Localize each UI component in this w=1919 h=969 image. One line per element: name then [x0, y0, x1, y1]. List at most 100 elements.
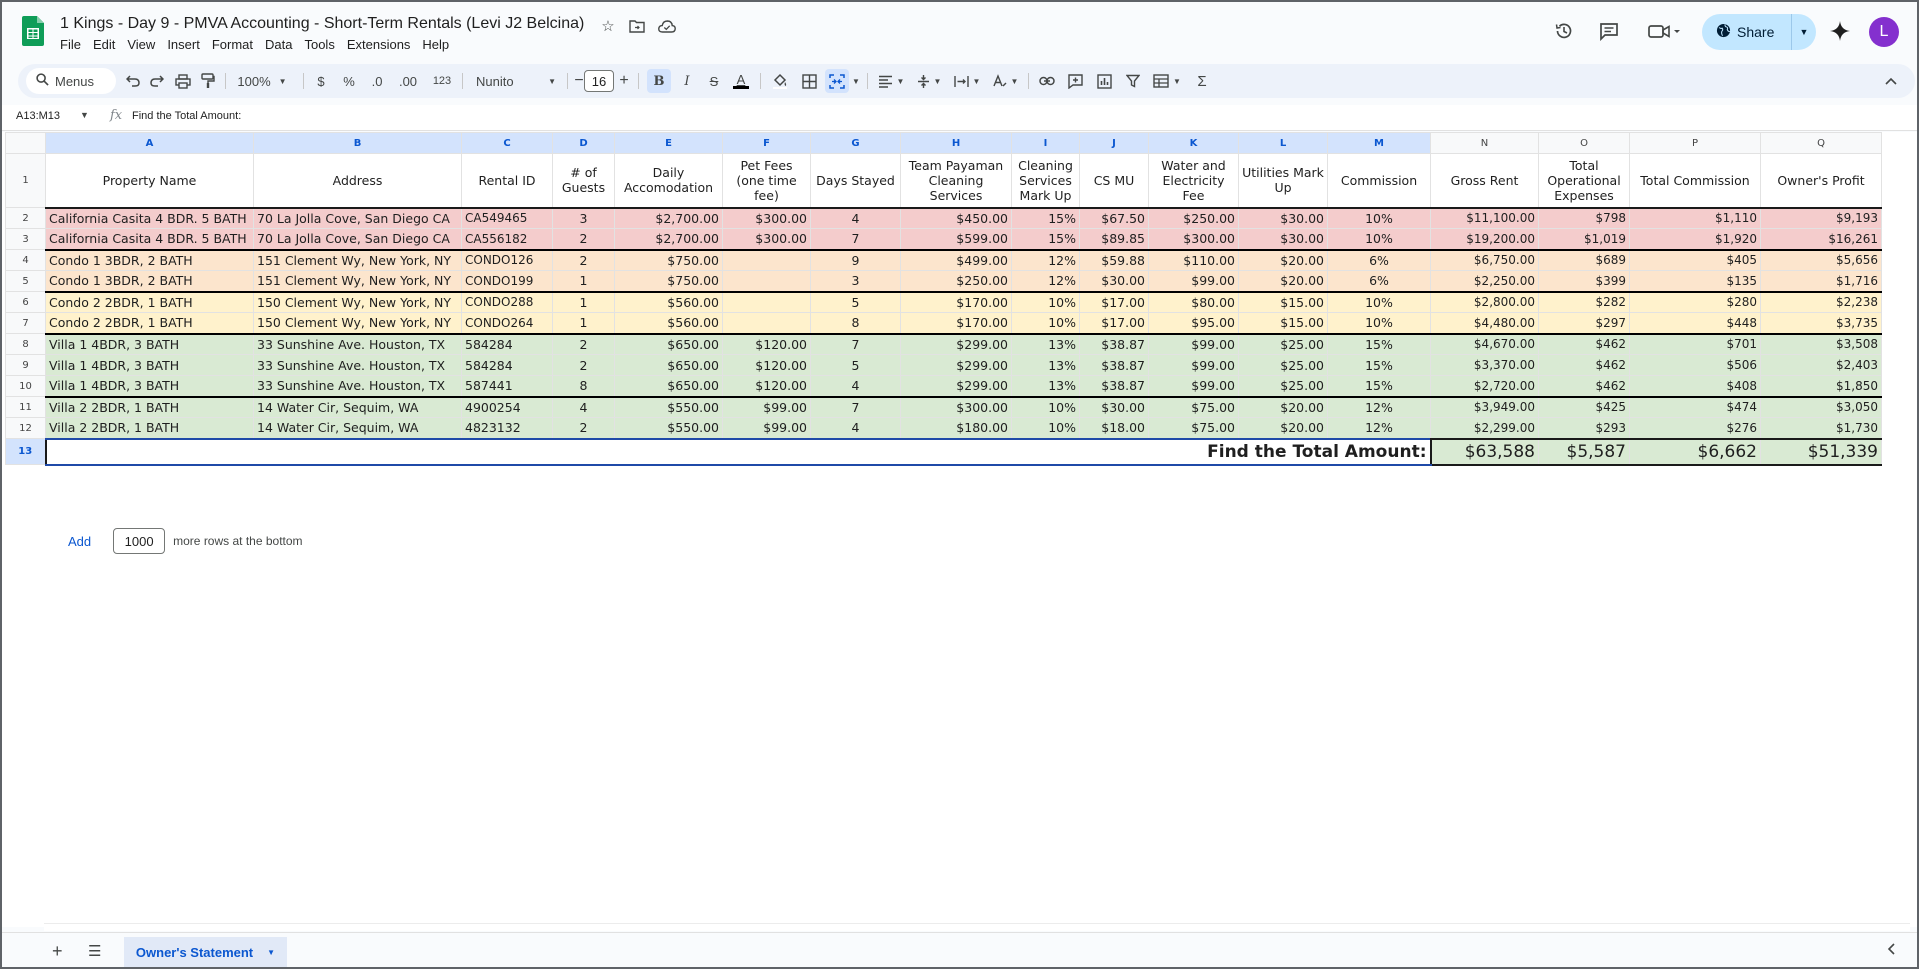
font-size-increase-button[interactable]: +	[616, 69, 632, 93]
cell-l8[interactable]: $25.00	[1238, 332, 1328, 355]
total-value-cell[interactable]: $5,587	[1538, 437, 1630, 466]
cell-n11[interactable]: $3,949.00	[1430, 395, 1539, 418]
cell-p5[interactable]: $135	[1629, 270, 1761, 292]
column-title-cell[interactable]: Total Commission	[1629, 153, 1761, 209]
cell-a12[interactable]: Villa 2 2BDR, 1 BATH	[45, 417, 254, 439]
cell-n3[interactable]: $19,200.00	[1430, 228, 1539, 250]
cell-q12[interactable]: $1,730	[1760, 417, 1882, 439]
cell-a8[interactable]: Villa 1 4BDR, 3 BATH	[45, 332, 254, 355]
strikethrough-button[interactable]: S	[703, 69, 725, 93]
cell-j7[interactable]: $17.00	[1079, 312, 1149, 334]
chevron-down-icon[interactable]: ▼	[267, 948, 275, 957]
cell-c11[interactable]: 4900254	[461, 395, 553, 418]
cell-c8[interactable]: 584284	[461, 332, 553, 355]
cell-c4[interactable]: CONDO126	[461, 248, 553, 271]
column-title-cell[interactable]: Owner's Profit	[1760, 153, 1882, 209]
cell-m4[interactable]: 6%	[1327, 248, 1431, 271]
row-header[interactable]: 9	[5, 354, 46, 376]
cell-m7[interactable]: 10%	[1327, 312, 1431, 334]
cell-q11[interactable]: $3,050	[1760, 395, 1882, 418]
cell-m6[interactable]: 10%	[1327, 290, 1431, 313]
column-title-cell[interactable]: Utilities Mark Up	[1238, 153, 1328, 209]
name-box-dropdown-icon[interactable]: ▼	[80, 110, 89, 120]
cell-k8[interactable]: $99.00	[1148, 332, 1239, 355]
menu-format[interactable]: Format	[206, 36, 259, 53]
cell-d11[interactable]: 4	[552, 395, 615, 418]
column-title-cell[interactable]: Pet Fees (one time fee)	[722, 153, 811, 209]
cell-i2[interactable]: 15%	[1011, 207, 1080, 229]
column-header-c[interactable]: C	[461, 132, 553, 154]
cell-q6[interactable]: $2,238	[1760, 290, 1882, 313]
cell-n6[interactable]: $2,800.00	[1430, 290, 1539, 313]
cell-e9[interactable]: $650.00	[614, 354, 723, 376]
all-sheets-icon[interactable]: ☰	[88, 942, 101, 960]
cell-d7[interactable]: 1	[552, 312, 615, 334]
cell-h7[interactable]: $170.00	[900, 312, 1012, 334]
cell-p4[interactable]: $405	[1629, 248, 1761, 271]
cell-p12[interactable]: $276	[1629, 417, 1761, 439]
horizontal-align-icon[interactable]: ▼	[874, 69, 908, 93]
menu-view[interactable]: View	[121, 36, 161, 53]
cell-f6[interactable]	[722, 290, 811, 313]
share-button[interactable]: Share ▼	[1702, 14, 1816, 50]
cell-k9[interactable]: $99.00	[1148, 354, 1239, 376]
column-header-q[interactable]: Q	[1760, 132, 1882, 154]
cell-h12[interactable]: $180.00	[900, 417, 1012, 439]
cell-e10[interactable]: $650.00	[614, 375, 723, 397]
column-header-b[interactable]: B	[253, 132, 462, 154]
table-view-icon[interactable]: ▼	[1150, 69, 1184, 93]
document-title[interactable]: 1 Kings - Day 9 - PMVA Accounting - Shor…	[60, 15, 584, 33]
cell-c7[interactable]: CONDO264	[461, 312, 553, 334]
cell-n5[interactable]: $2,250.00	[1430, 270, 1539, 292]
cell-o9[interactable]: $462	[1538, 354, 1630, 376]
font-family-select[interactable]: Nunito ▼	[470, 69, 562, 93]
cell-l11[interactable]: $20.00	[1238, 395, 1328, 418]
cell-o3[interactable]: $1,019	[1538, 228, 1630, 250]
cell-f12[interactable]: $99.00	[722, 417, 811, 439]
cell-k3[interactable]: $300.00	[1148, 228, 1239, 250]
add-rows-button[interactable]: Add	[68, 534, 91, 549]
cell-q5[interactable]: $1,716	[1760, 270, 1882, 292]
row-header[interactable]: 13	[5, 438, 46, 465]
text-color-button[interactable]: A	[729, 69, 753, 93]
collapse-toolbar-icon[interactable]	[1880, 69, 1902, 93]
column-header-n[interactable]: N	[1430, 132, 1539, 154]
cell-k10[interactable]: $99.00	[1148, 375, 1239, 397]
cell-j9[interactable]: $38.87	[1079, 354, 1149, 376]
cell-f8[interactable]: $120.00	[722, 332, 811, 355]
column-header-f[interactable]: F	[722, 132, 811, 154]
cell-f4[interactable]	[722, 248, 811, 271]
cell-e5[interactable]: $750.00	[614, 270, 723, 292]
cell-b6[interactable]: 150 Clement Wy, New York, NY	[253, 290, 462, 313]
decrease-decimal-button[interactable]: .0	[366, 69, 388, 93]
cell-b2[interactable]: 70 La Jolla Cove, San Diego CA	[253, 207, 462, 229]
total-value-cell[interactable]: $6,662	[1629, 437, 1761, 466]
cell-j5[interactable]: $30.00	[1079, 270, 1149, 292]
cell-d5[interactable]: 1	[552, 270, 615, 292]
cell-h5[interactable]: $250.00	[900, 270, 1012, 292]
cell-b8[interactable]: 33 Sunshine Ave. Houston, TX	[253, 332, 462, 355]
fill-color-icon[interactable]	[768, 69, 792, 93]
cell-f11[interactable]: $99.00	[722, 395, 811, 418]
cell-g12[interactable]: 4	[810, 417, 901, 439]
cell-k2[interactable]: $250.00	[1148, 207, 1239, 229]
cell-l4[interactable]: $20.00	[1238, 248, 1328, 271]
row-header[interactable]: 8	[5, 333, 46, 355]
cell-o2[interactable]: $798	[1538, 207, 1630, 229]
cell-l7[interactable]: $15.00	[1238, 312, 1328, 334]
cell-k12[interactable]: $75.00	[1148, 417, 1239, 439]
italic-button[interactable]: I	[676, 69, 698, 93]
cell-j11[interactable]: $30.00	[1079, 395, 1149, 418]
cell-j8[interactable]: $38.87	[1079, 332, 1149, 355]
row-header[interactable]: 5	[5, 270, 46, 292]
cell-f10[interactable]: $120.00	[722, 375, 811, 397]
cell-c12[interactable]: 4823132	[461, 417, 553, 439]
cell-g9[interactable]: 5	[810, 354, 901, 376]
cell-n10[interactable]: $2,720.00	[1430, 375, 1539, 397]
cell-a5[interactable]: Condo 1 3BDR, 2 BATH	[45, 270, 254, 292]
cell-n9[interactable]: $3,370.00	[1430, 354, 1539, 376]
cell-p11[interactable]: $474	[1629, 395, 1761, 418]
row-header[interactable]: 2	[5, 207, 46, 229]
cell-m2[interactable]: 10%	[1327, 207, 1431, 229]
cell-d4[interactable]: 2	[552, 248, 615, 271]
